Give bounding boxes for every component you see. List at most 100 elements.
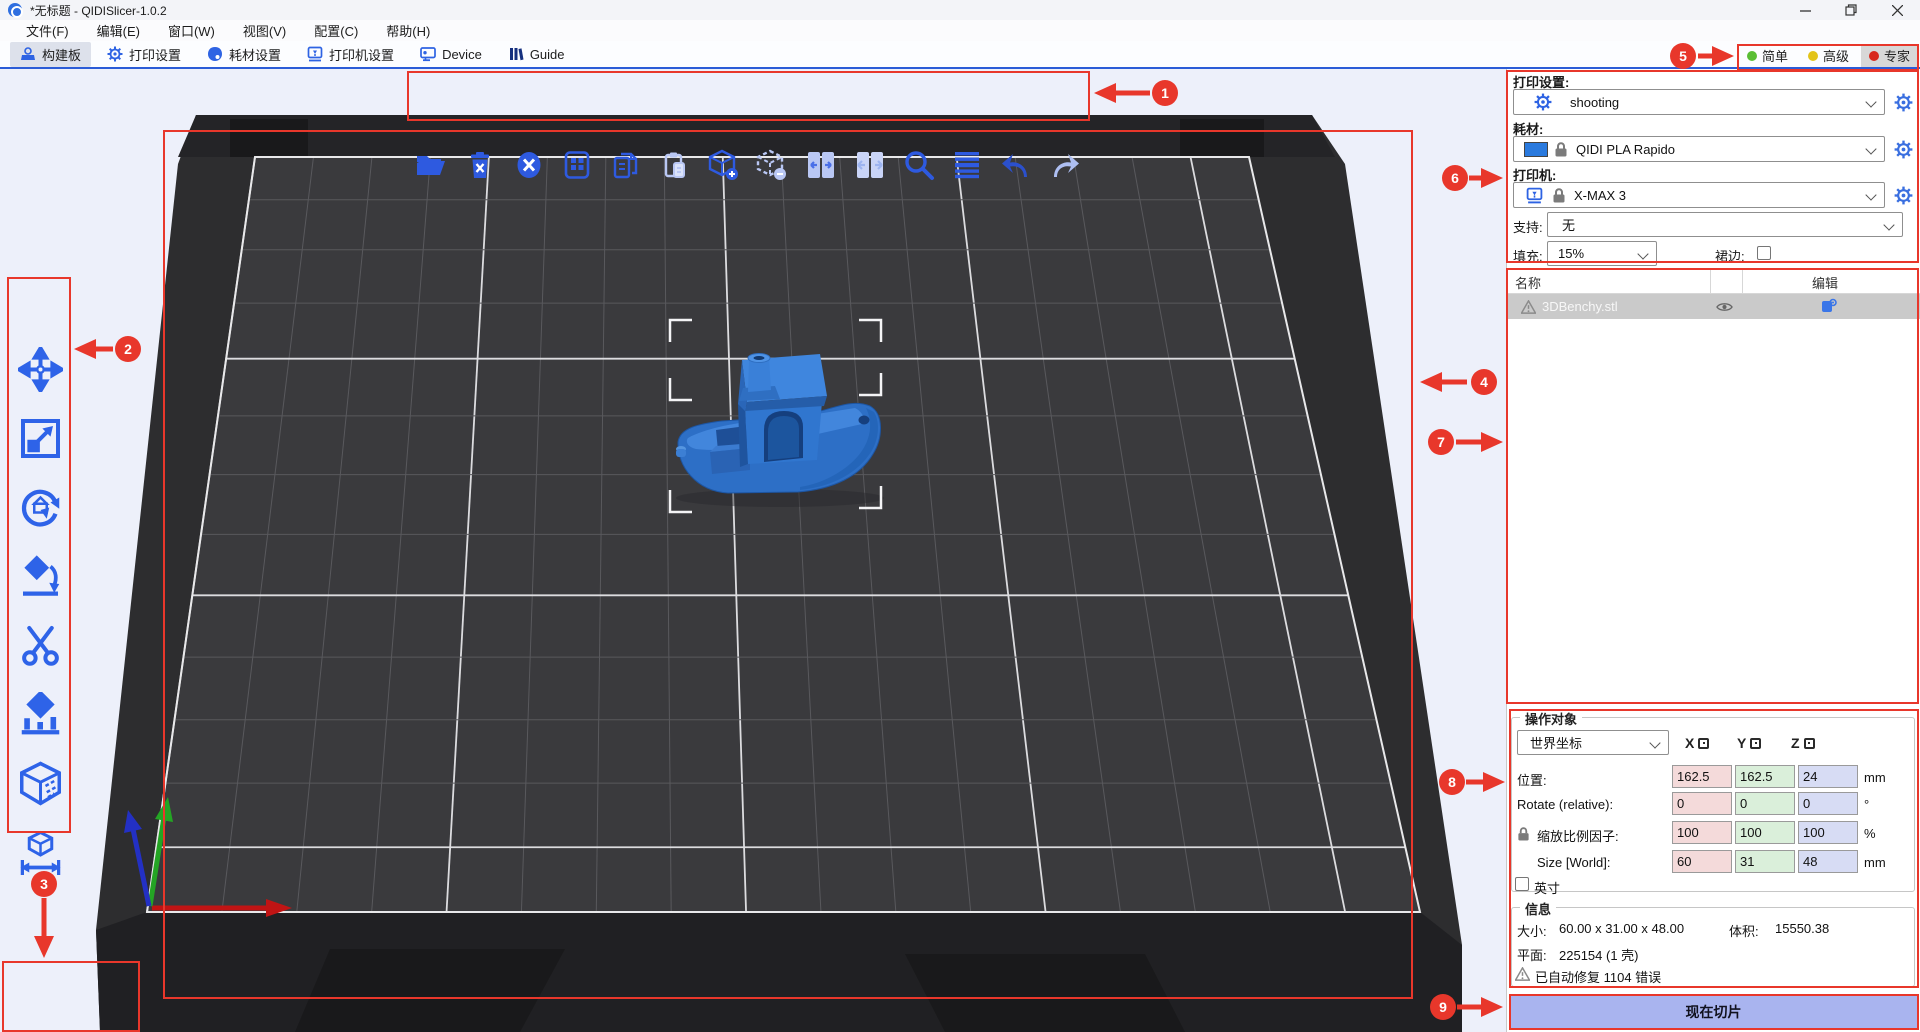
rotate-icon [18,485,63,530]
close-button[interactable] [1874,0,1920,20]
axis-z-header: Z [1791,735,1815,751]
rotate-y-input[interactable] [1735,792,1795,815]
cut-tool[interactable] [18,623,63,668]
filament-value: QIDI PLA Rapido [1576,142,1675,157]
move-tool[interactable] [18,347,63,392]
print-settings-select[interactable]: shooting [1513,89,1885,115]
measure-tool[interactable] [18,830,63,875]
printer-gear-button[interactable] [1891,182,1915,208]
undo-button[interactable] [999,148,1033,182]
variable-layer-height-button[interactable] [950,148,984,182]
brim-checkbox[interactable] [1757,246,1771,260]
infill-select[interactable]: 15% [1547,241,1657,266]
position-y-input[interactable] [1735,765,1795,788]
split-to-objects-button[interactable] [804,148,838,182]
add-instance-button[interactable] [707,148,741,182]
infill-label: 填充: [1513,246,1543,265]
gear-icon [1894,186,1913,205]
filament-gear-button[interactable] [1891,136,1915,162]
info-size-value: 60.00 x 31.00 x 48.00 [1559,921,1684,936]
position-z-input[interactable] [1798,765,1858,788]
mode-expert-label: 专家 [1884,46,1910,65]
scale-tool[interactable] [18,416,63,461]
paint-support-tool[interactable] [18,692,63,737]
tab-device-label: Device [442,47,482,62]
copy-button[interactable] [609,148,643,182]
rotate-unit: ° [1864,797,1869,812]
search-button[interactable] [902,148,936,182]
menu-config[interactable]: 配置(C) [300,21,372,40]
slice-now-button[interactable]: 现在切片 [1509,994,1918,1029]
size-x-input[interactable] [1672,850,1732,873]
mode-advanced[interactable]: 高级 [1800,44,1857,67]
arrange-button[interactable] [560,148,594,182]
tab-print-settings[interactable]: 打印设置 [97,42,191,67]
chevron-down-icon [1865,189,1876,200]
rotate-z-input[interactable] [1798,792,1858,815]
mode-expert[interactable]: 专家 [1861,44,1918,67]
tab-device[interactable]: Device [410,43,492,65]
remove-instance-icon [756,149,788,181]
minimize-button[interactable] [1782,0,1828,20]
chevron-down-icon [1649,737,1660,748]
object-list-header: 名称 编辑 [1507,269,1920,294]
tab-printer-settings[interactable]: 打印机设置 [297,42,404,67]
paste-button[interactable] [658,148,692,182]
rotate-tool[interactable] [18,485,63,530]
delete-button[interactable] [463,148,497,182]
remove-instance-button[interactable] [755,148,789,182]
menu-view[interactable]: 视图(V) [229,21,300,40]
chevron-down-icon [1865,143,1876,154]
print-settings-gear-button[interactable] [1891,89,1915,115]
coordinate-system-select[interactable]: 世界坐标 [1517,730,1669,755]
column-name: 名称 [1515,273,1541,292]
menu-edit[interactable]: 编辑(E) [83,21,154,40]
restore-button[interactable] [1828,0,1874,20]
tab-filament-settings[interactable]: 耗材设置 [197,42,291,67]
info-legend: 信息 [1520,899,1556,918]
device-monitor-icon [420,46,436,62]
menu-window[interactable]: 窗口(W) [154,21,229,40]
mode-simple[interactable]: 简单 [1739,44,1796,67]
menu-help[interactable]: 帮助(H) [372,21,444,40]
axis-y-header: Y [1737,735,1761,751]
gear-icon [1894,93,1913,112]
uniform-scale-lock-icon[interactable] [1517,826,1530,842]
scale-z-input[interactable] [1798,821,1858,844]
place-on-face-tool[interactable] [18,554,63,599]
split-objects-icon [805,150,837,180]
seam-tool[interactable] [18,761,63,806]
edit-object-icon[interactable] [1821,298,1837,314]
gear-icon [107,46,123,62]
size-label: Size [World]: [1537,855,1610,870]
redo-button[interactable] [1048,148,1082,182]
size-z-input[interactable] [1798,850,1858,873]
open-button[interactable] [414,148,448,182]
support-select[interactable]: 无 [1547,212,1903,237]
printer-select[interactable]: X-MAX 3 [1513,182,1885,208]
eye-visibility-icon[interactable] [1716,301,1733,313]
position-x-input[interactable] [1672,765,1732,788]
tab-guide[interactable]: Guide [498,43,575,65]
split-to-parts-button[interactable] [853,148,887,182]
scale-y-input[interactable] [1735,821,1795,844]
paint-support-icon [18,692,63,737]
settings-panel: 打印设置: shooting 耗材: QIDI PLA Rapido 打印机: … [1506,69,1920,1032]
tab-bar: 构建板 打印设置 耗材设置 打印机设置 Device Guide 简单 [0,41,1920,69]
inches-checkbox[interactable] [1515,877,1529,891]
filament-select[interactable]: QIDI PLA Rapido [1513,136,1885,162]
delete-all-button[interactable] [512,148,546,182]
tab-filament-settings-label: 耗材设置 [229,45,281,64]
size-y-input[interactable] [1735,850,1795,873]
scale-x-input[interactable] [1672,821,1732,844]
viewport-3d[interactable] [0,69,1506,1032]
info-facets-label: 平面: [1517,945,1547,964]
seam-icon [18,761,63,806]
filament-icon [207,46,223,62]
rotate-x-input[interactable] [1672,792,1732,815]
menu-file[interactable]: 文件(F) [12,21,83,40]
chevron-down-icon [1865,96,1876,107]
tab-plater[interactable]: 构建板 [10,42,91,67]
object-list-row[interactable]: 3DBenchy.stl [1507,294,1920,319]
lock-icon [1552,188,1566,203]
